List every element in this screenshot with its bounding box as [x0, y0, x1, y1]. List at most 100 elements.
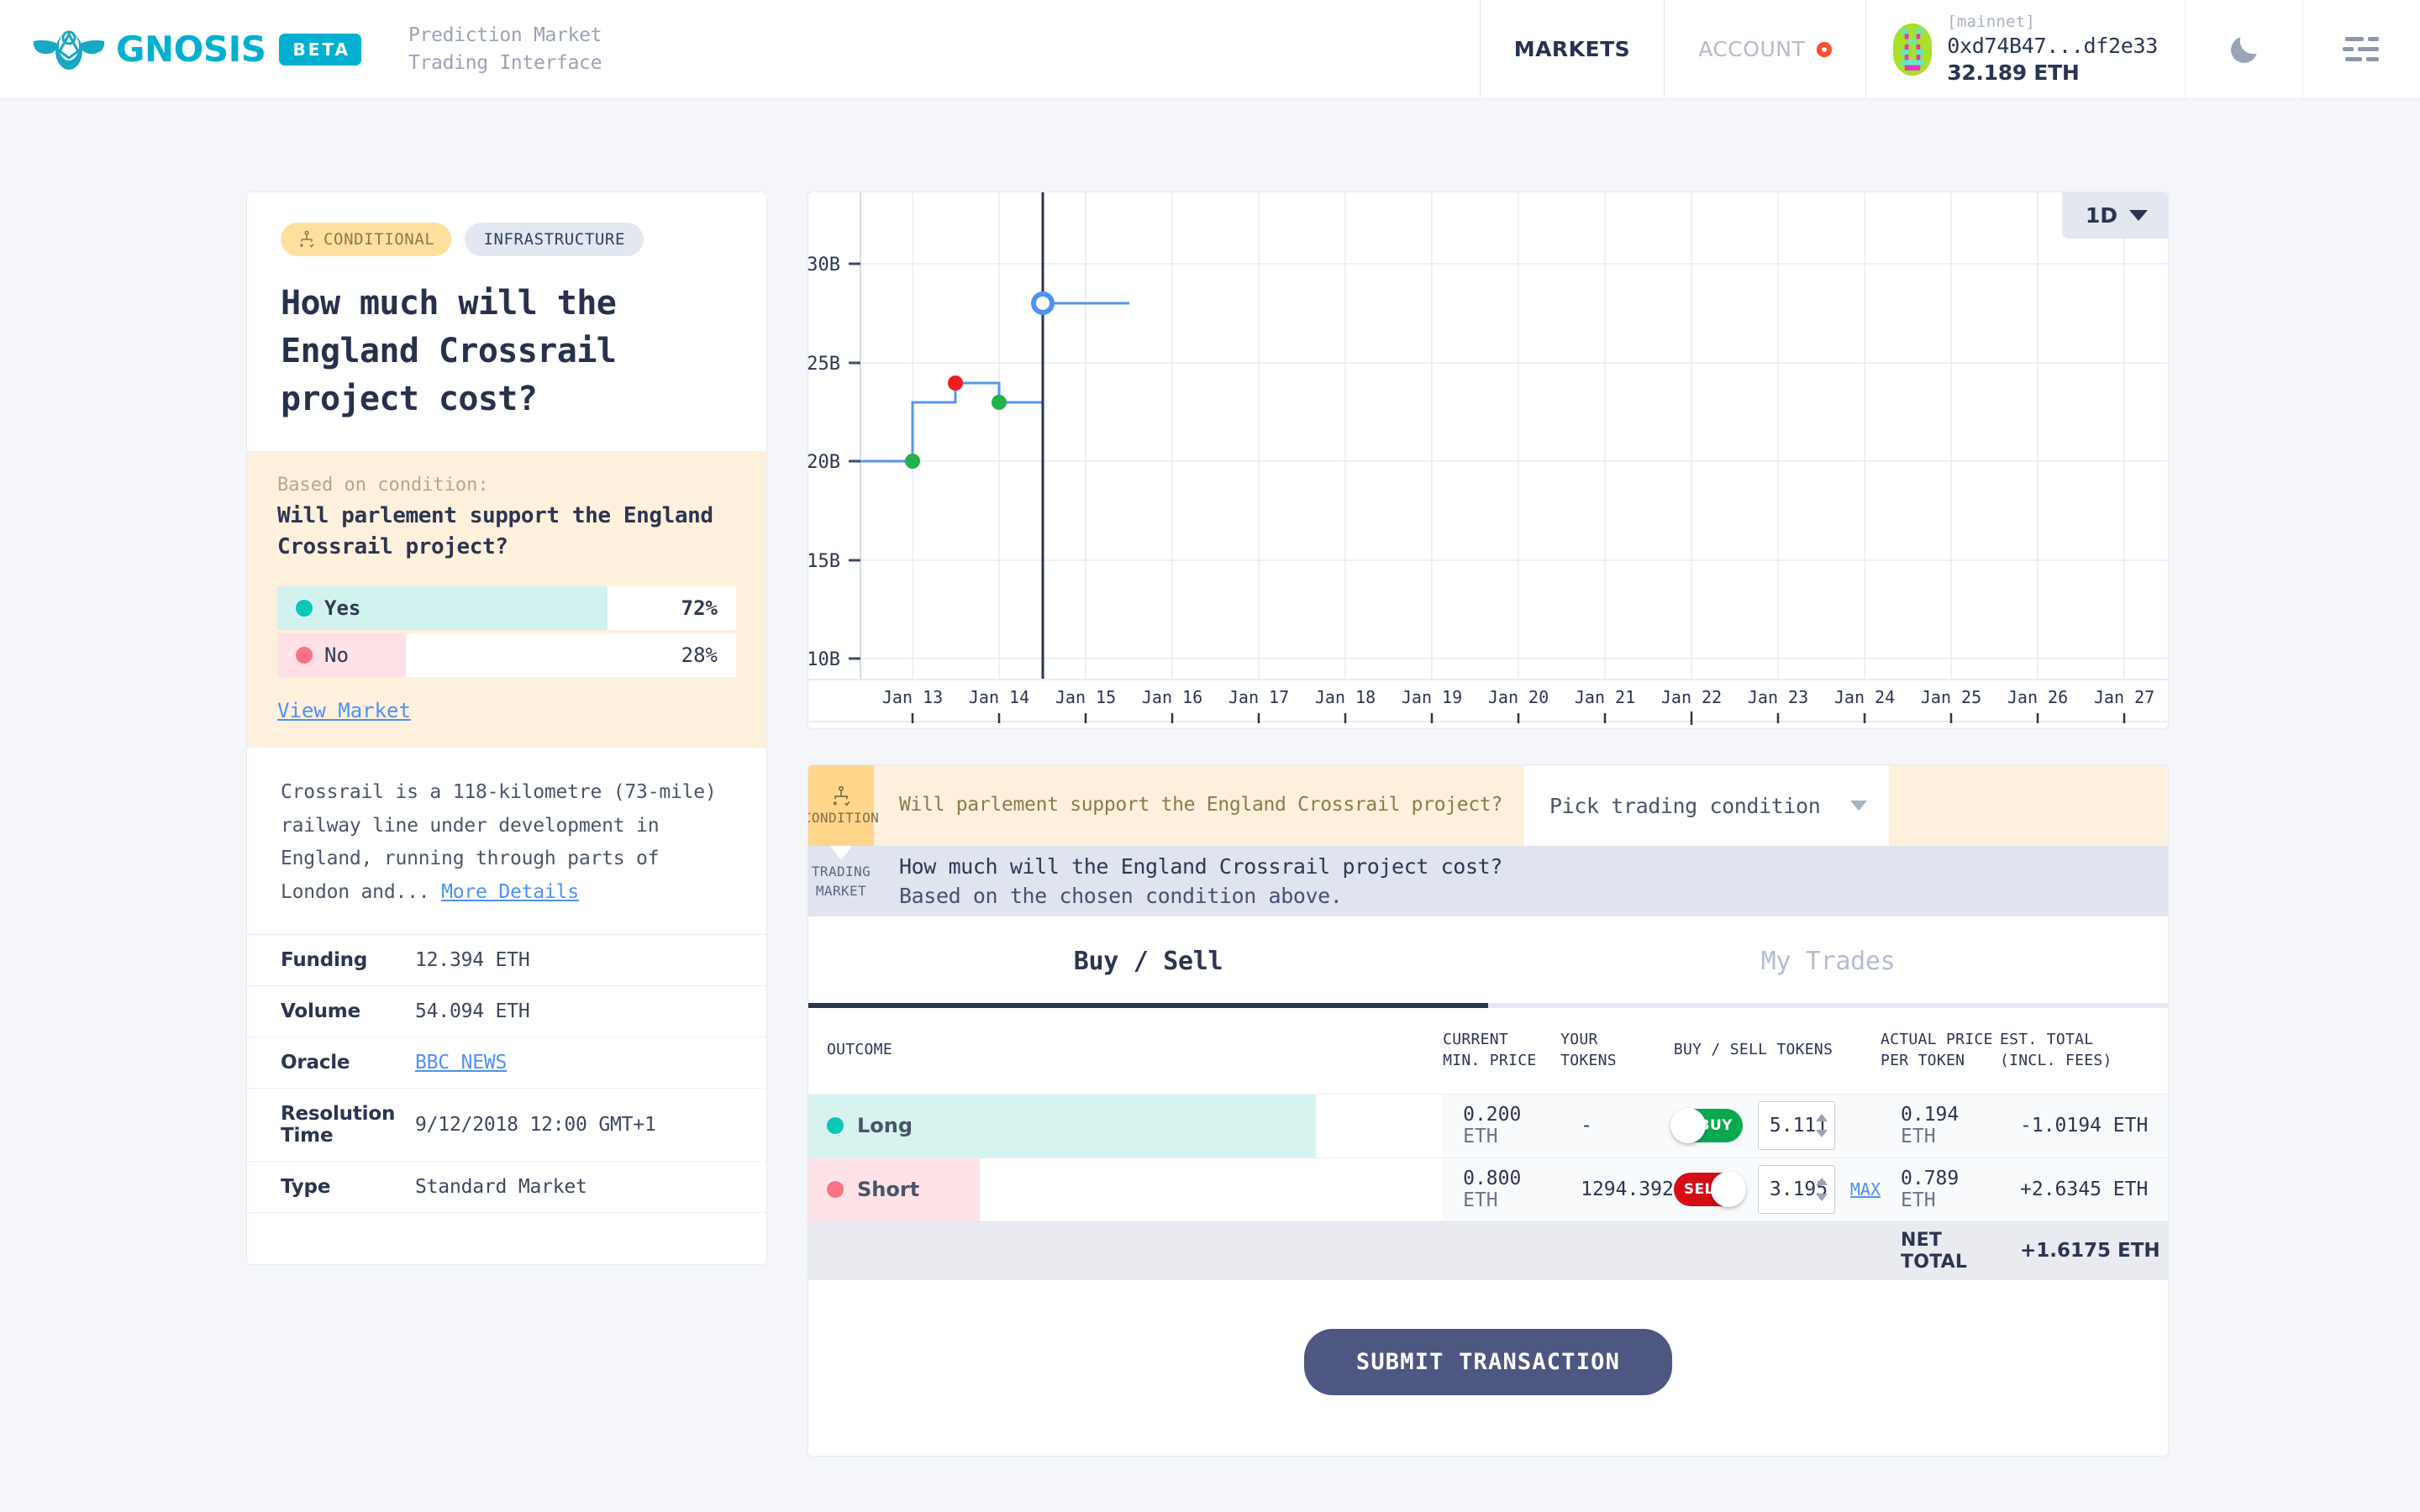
net-total-spacer-1 — [808, 1221, 1444, 1281]
outcome-no-dot-icon — [296, 647, 313, 664]
col-est-l1: EST. TOTAL — [2000, 1031, 2094, 1048]
row-long-buy-sell-toggle[interactable]: BUY — [1670, 1108, 1743, 1144]
col-price-l1: CURRENT — [1443, 1031, 1509, 1048]
svg-text:30B: 30B — [808, 255, 840, 276]
row-long-est-total: -1.0194 ETH — [2000, 1093, 2168, 1158]
row-short-est-total: +2.6345 ETH — [2000, 1157, 2168, 1222]
svg-text:Jan 17: Jan 17 — [1228, 687, 1289, 707]
more-details-link[interactable]: More Details — [441, 881, 579, 903]
svg-text:Jan 20: Jan 20 — [1488, 687, 1549, 707]
condition-side-tab: CONDITION — [808, 765, 879, 846]
col-est-total: EST. TOTAL (INCL. FEES) — [2000, 1008, 2168, 1094]
net-total-value: +1.6175 ETH — [2020, 1240, 2160, 1263]
stepper-up-icon[interactable] — [1815, 1114, 1828, 1122]
detail-key-volume: Volume — [247, 985, 415, 1037]
trading-condition-picker[interactable]: Pick trading condition — [1524, 765, 1890, 846]
chart-cursor-point — [1031, 291, 1055, 315]
row-long-actual-price-unit: ETH — [1901, 1126, 1936, 1148]
row-long-outcome: Long — [808, 1093, 1444, 1158]
row-long-trade-controls: BUY 5.111 — [1670, 1093, 1881, 1158]
row-short-stepper-arrows[interactable] — [1815, 1166, 1828, 1213]
col-your-tokens: YOUR TOKENS — [1560, 1008, 1674, 1094]
svg-text:Jan 13: Jan 13 — [882, 687, 943, 707]
chevron-down-icon — [2129, 210, 2148, 221]
row-long-actual-price-value: 0.194 — [1901, 1104, 1960, 1126]
detail-key-resolution-time: Resolution Time — [247, 1088, 415, 1162]
svg-text:Jan 22: Jan 22 — [1661, 687, 1722, 707]
tab-my-trades[interactable]: My Trades — [1488, 916, 2168, 1008]
menu-button[interactable] — [2302, 0, 2420, 98]
chart-range-selector[interactable]: 1D — [2061, 192, 2168, 239]
tagline-line-2: Trading Interface — [408, 51, 602, 74]
trading-market-title: How much will the England Crossrail proj… — [899, 854, 1502, 879]
price-chart-plot: 30B 25B 20B 15B 10B Jan 13 Jan 14 Jan 15… — [808, 192, 2168, 725]
detail-key-oracle: Oracle — [247, 1037, 415, 1089]
trading-market-side-tab-label-2: MARKET — [815, 882, 867, 899]
table-row: Long 0.200 ETH - BUY 5.111 0.194 ETH -1.… — [808, 1093, 2168, 1158]
row-short-amount-stepper[interactable]: 3.195 — [1757, 1165, 1835, 1215]
theme-toggle-button[interactable] — [2185, 0, 2302, 98]
row-short-min-price-value: 0.800 — [1463, 1168, 1522, 1190]
stepper-up-icon[interactable] — [1815, 1178, 1828, 1186]
trading-condition-question: Will parlement support the England Cross… — [899, 794, 1503, 816]
detail-key-funding: Funding — [247, 934, 415, 986]
trading-column: 1D 30B 25B 20B 15B 10B Jan 13 Jan 14 Jan… — [808, 192, 2169, 1457]
row-short-buy-sell-toggle[interactable]: SELL — [1673, 1172, 1746, 1208]
stepper-down-icon[interactable] — [1815, 1130, 1828, 1138]
table-row: Short 0.800 ETH 1294.392 SELL 3.195 MAX … — [808, 1157, 2168, 1222]
market-info-body: CONDITIONAL INFRASTRUCTURE How much will… — [247, 192, 766, 909]
chart-range-label: 1D — [2085, 203, 2118, 228]
trade-marker-sell-1 — [948, 375, 963, 391]
nav-item-markets[interactable]: MARKETS — [1479, 0, 1665, 98]
trading-tabs: Buy / Sell My Trades — [808, 916, 2168, 1008]
wallet-summary[interactable]: [mainnet] 0xd74B47...df2e33 32.189 ETH — [1865, 0, 2185, 98]
nav-item-account[interactable]: ACCOUNT — [1664, 0, 1865, 98]
price-chart-card: 1D 30B 25B 20B 15B 10B Jan 13 Jan 14 Jan… — [808, 192, 2169, 729]
svg-text:Jan 24: Jan 24 — [1834, 687, 1895, 707]
svg-text:Jan 25: Jan 25 — [1921, 687, 1981, 707]
row-long-min-price-unit: ETH — [1463, 1126, 1498, 1148]
col-tokens-l2: TOKENS — [1560, 1051, 1617, 1069]
network-label: [mainnet] — [1947, 13, 2035, 32]
market-details-table: Funding 12.394 ETH Volume 54.094 ETH Ora… — [247, 934, 766, 1213]
condition-question: Will parlement support the England Cross… — [277, 503, 713, 560]
row-long-actual-price: 0.194 ETH — [1881, 1093, 2000, 1158]
svg-text:Jan 16: Jan 16 — [1142, 687, 1202, 707]
svg-text:25B: 25B — [808, 354, 840, 375]
tagline-line-1: Prediction Market — [408, 24, 602, 46]
account-alert-icon — [1817, 41, 1833, 57]
submit-transaction-button[interactable]: SUBMIT TRANSACTION — [1303, 1329, 1673, 1396]
svg-text:10B: 10B — [808, 649, 840, 670]
row-short-trade-controls: SELL 3.195 MAX — [1673, 1157, 1881, 1222]
svg-text:Jan 27: Jan 27 — [2094, 687, 2154, 707]
trade-marker-buy-2 — [992, 395, 1007, 410]
row-short-actual-price-value: 0.789 — [1901, 1168, 1960, 1190]
oracle-link[interactable]: BBC NEWS — [415, 1052, 507, 1074]
tag-conditional[interactable]: CONDITIONAL — [281, 223, 452, 256]
gnosis-owl-logo-icon — [33, 30, 105, 70]
trading-table-head: OUTCOME CURRENT MIN. PRICE YOUR TOKENS B… — [808, 1008, 2168, 1094]
net-total-label-cell: NET TOTAL — [1881, 1221, 2000, 1281]
view-market-link[interactable]: View Market — [277, 699, 411, 722]
row-long-toggle-wrap: BUY 5.111 — [1670, 1101, 1881, 1151]
svg-text:Jan 26: Jan 26 — [2007, 687, 2068, 707]
trading-market-side-tab: TRADING MARKET — [808, 846, 874, 916]
row-short-max-link[interactable]: MAX — [1850, 1179, 1881, 1200]
hamburger-icon — [2342, 36, 2379, 61]
trading-card: CONDITION Will parlement support the Eng… — [808, 764, 2169, 1457]
tag-infrastructure[interactable]: INFRASTRUCTURE — [465, 223, 644, 256]
outcome-yes-label: Yes — [324, 596, 361, 621]
condition-side-tab-label: CONDITION — [808, 809, 880, 826]
col-tokens-l1: YOUR — [1560, 1031, 1598, 1048]
svg-text:Jan 18: Jan 18 — [1315, 687, 1376, 707]
row-long-amount-stepper[interactable]: 5.111 — [1757, 1101, 1835, 1151]
net-total-spacer-4 — [1673, 1221, 1881, 1281]
row-long-stepper-arrows[interactable] — [1815, 1102, 1828, 1149]
brand-area[interactable]: GNOSIS BETA Prediction Market Trading In… — [0, 0, 602, 98]
header-spacer — [602, 0, 1479, 98]
stepper-down-icon[interactable] — [1815, 1194, 1828, 1202]
trade-marker-buy-1 — [905, 454, 920, 469]
trading-market-subtitle: Based on the chosen condition above. — [899, 884, 1343, 908]
app-tagline: Prediction Market Trading Interface — [408, 22, 602, 76]
tab-buy-sell[interactable]: Buy / Sell — [808, 916, 1488, 1008]
